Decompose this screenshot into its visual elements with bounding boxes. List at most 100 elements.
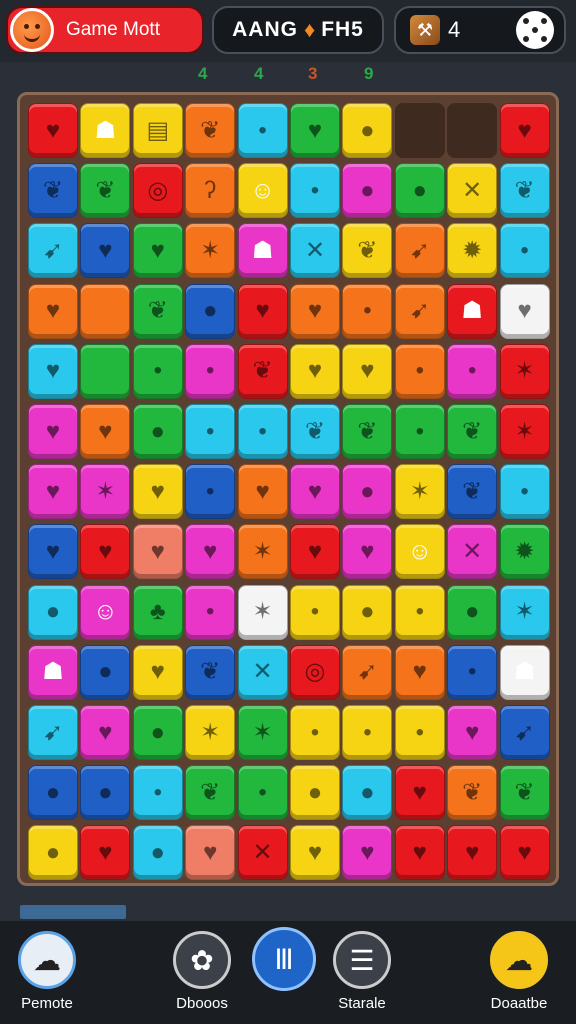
game-tile[interactable]: ❦ — [80, 163, 131, 219]
game-tile[interactable]: ♥ — [290, 103, 340, 158]
game-tile[interactable]: ✶ — [237, 524, 288, 580]
game-tile[interactable]: • — [447, 644, 498, 700]
pause-icon[interactable]: Ⅲ — [252, 927, 316, 991]
game-tile[interactable] — [80, 343, 131, 399]
game-tile[interactable]: ● — [185, 283, 236, 339]
nav-item[interactable]: Ⅲ — [252, 927, 316, 991]
game-tile[interactable]: ♥ — [80, 223, 131, 279]
dice-button[interactable] — [516, 11, 554, 49]
game-tile[interactable]: ❦ — [290, 404, 340, 459]
game-tile[interactable]: ✶ — [499, 584, 550, 640]
game-tile[interactable]: ● — [28, 765, 78, 821]
game-tile[interactable]: • — [290, 705, 340, 760]
chat-icon[interactable]: ☁ — [490, 931, 548, 989]
game-tile[interactable]: ❦ — [342, 223, 393, 279]
nav-item[interactable]: ☁ Doaatbe — [490, 931, 548, 1012]
game-tile[interactable]: ♥ — [394, 644, 445, 700]
game-tile[interactable]: • — [342, 283, 393, 339]
game-tile[interactable]: • — [132, 765, 183, 821]
game-tile[interactable]: ♥ — [132, 464, 183, 520]
game-tile[interactable]: ☺ — [237, 163, 288, 219]
game-tile[interactable]: ♥ — [342, 343, 393, 399]
game-tile[interactable]: ♥ — [499, 103, 550, 158]
game-tile[interactable]: ♥ — [290, 524, 340, 580]
game-tile[interactable]: • — [342, 705, 393, 760]
game-tile[interactable]: ✕ — [237, 644, 288, 700]
game-tile[interactable]: • — [394, 584, 445, 640]
game-tile[interactable]: ✶ — [185, 223, 236, 279]
game-tile[interactable]: ❦ — [185, 103, 236, 158]
game-tile[interactable]: ➹ — [342, 644, 393, 700]
game-tile[interactable]: ● — [342, 163, 393, 219]
game-tile[interactable]: ❦ — [132, 283, 183, 339]
game-tile[interactable]: ♥ — [499, 283, 550, 339]
game-tile[interactable]: ● — [342, 765, 393, 821]
game-tile[interactable]: ● — [132, 404, 183, 459]
game-tile[interactable]: • — [132, 343, 183, 399]
game-tile[interactable]: ♥ — [28, 404, 78, 459]
game-tile[interactable]: ✶ — [185, 705, 236, 760]
game-tile[interactable]: ✕ — [447, 163, 498, 219]
nav-item[interactable]: ☰ Starale — [333, 931, 391, 1012]
game-tile[interactable]: ♥ — [447, 705, 498, 760]
game-tile[interactable]: ✕ — [290, 223, 340, 279]
game-tile[interactable]: ♥ — [290, 343, 340, 399]
game-tile[interactable]: ♥ — [447, 825, 498, 881]
game-tile[interactable]: ♥ — [394, 765, 445, 821]
game-tile[interactable]: ♥ — [80, 524, 131, 580]
game-tile[interactable]: ◎ — [132, 163, 183, 219]
game-tile[interactable]: ♣ — [132, 584, 183, 640]
game-tile[interactable]: ♥ — [132, 223, 183, 279]
game-tile[interactable]: ♥ — [80, 404, 131, 459]
game-tile[interactable]: ✹ — [447, 223, 498, 279]
game-tile[interactable]: ● — [394, 163, 445, 219]
game-tile[interactable]: ♥ — [185, 825, 236, 881]
game-tile[interactable]: ● — [342, 103, 393, 158]
game-tile[interactable]: ♥ — [132, 644, 183, 700]
game-tile[interactable]: • — [394, 404, 445, 459]
game-tile[interactable]: ✹ — [499, 524, 550, 580]
game-tile[interactable]: ♥ — [290, 283, 340, 339]
game-tile[interactable]: ➹ — [28, 705, 78, 760]
game-tile[interactable]: ● — [447, 584, 498, 640]
game-tile[interactable]: ☺ — [394, 524, 445, 580]
game-tile[interactable]: ✶ — [394, 464, 445, 520]
game-tile[interactable]: ♥ — [237, 464, 288, 520]
list-icon[interactable]: ☰ — [333, 931, 391, 989]
game-tile[interactable]: ❦ — [447, 464, 498, 520]
game-tile[interactable]: ✶ — [80, 464, 131, 520]
game-tile[interactable]: ➹ — [394, 283, 445, 339]
gear-icon[interactable]: ✿ — [173, 931, 231, 989]
game-tile[interactable]: ❦ — [342, 404, 393, 459]
game-tile[interactable]: ☗ — [28, 644, 78, 700]
game-tile[interactable]: ♥ — [80, 705, 131, 760]
game-tile[interactable]: ❦ — [237, 343, 288, 399]
game-tile[interactable]: ♥ — [28, 464, 78, 520]
game-tile[interactable]: ❦ — [499, 765, 550, 821]
game-tile[interactable]: ❦ — [28, 163, 78, 219]
game-tile[interactable]: • — [237, 765, 288, 821]
game-tile[interactable]: ❦ — [447, 404, 498, 459]
game-tile[interactable]: ▤ — [132, 103, 183, 158]
game-tile[interactable]: ☺ — [80, 584, 131, 640]
game-tile[interactable]: ♥ — [342, 524, 393, 580]
game-tile[interactable]: ● — [80, 765, 131, 821]
game-tile[interactable]: ● — [80, 644, 131, 700]
game-tile[interactable]: ♥ — [394, 825, 445, 881]
game-tile[interactable]: ʔ — [185, 163, 236, 219]
game-tile[interactable]: ☗ — [80, 103, 131, 158]
game-tile[interactable]: ● — [132, 705, 183, 760]
game-tile[interactable]: ➹ — [394, 223, 445, 279]
game-tile[interactable]: ✶ — [237, 584, 288, 640]
game-tile[interactable]: ❦ — [185, 765, 236, 821]
game-tile[interactable]: ❦ — [499, 163, 550, 219]
game-tile[interactable]: • — [499, 223, 550, 279]
game-tile[interactable]: • — [290, 163, 340, 219]
game-tile[interactable]: ✶ — [499, 343, 550, 399]
game-tile[interactable]: ● — [342, 584, 393, 640]
avatar[interactable] — [10, 8, 54, 52]
player-profile[interactable]: Game Mott — [6, 6, 204, 54]
game-tile[interactable]: ♥ — [28, 283, 78, 339]
game-tile[interactable]: ☗ — [447, 283, 498, 339]
game-tile[interactable]: ✶ — [499, 404, 550, 459]
